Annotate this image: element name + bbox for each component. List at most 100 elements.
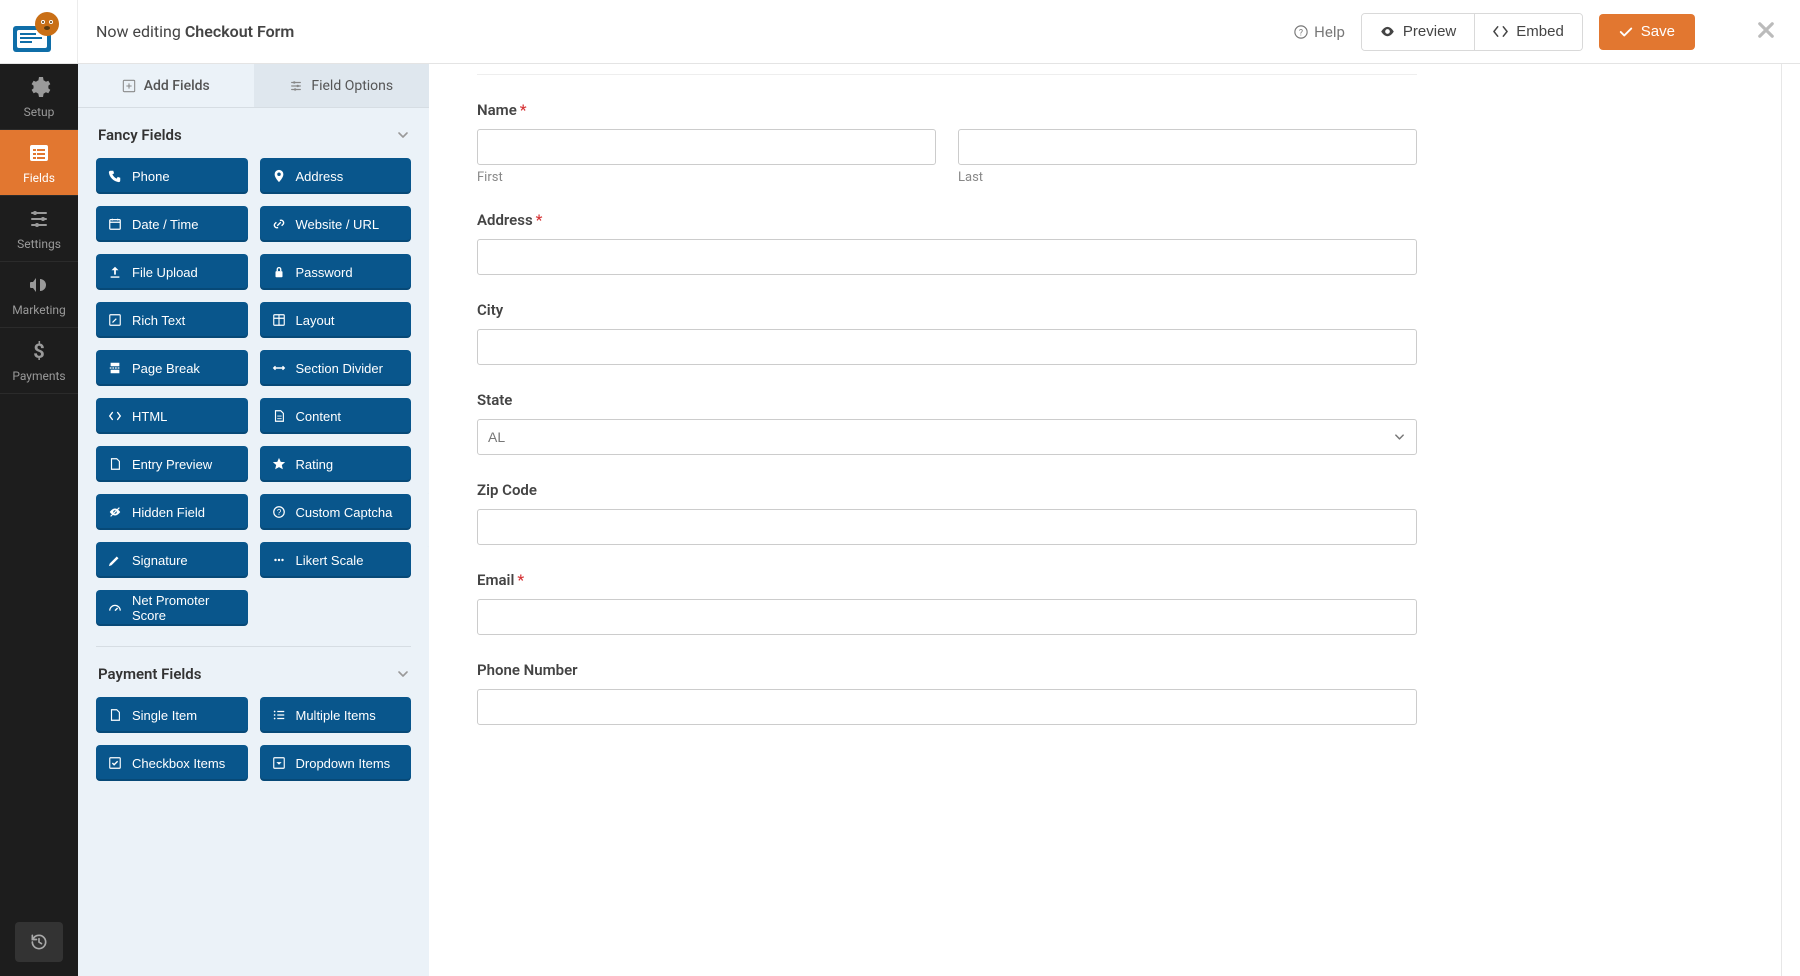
field-page-break[interactable]: Page Break — [96, 350, 248, 386]
state-label: State — [477, 391, 1417, 409]
field-password[interactable]: Password — [260, 254, 412, 290]
question-icon: ? — [272, 505, 286, 519]
field-rich-text[interactable]: Rich Text — [96, 302, 248, 338]
gear-icon — [27, 75, 51, 99]
dollar-icon: $ — [27, 339, 51, 363]
preview-button[interactable]: Preview — [1362, 14, 1474, 50]
star-icon — [272, 457, 286, 471]
file-icon — [108, 708, 122, 722]
section-title: Payment Fields — [98, 665, 201, 683]
last-name-sublabel: Last — [958, 170, 1417, 185]
field-net-promoter-score[interactable]: Net Promoter Score — [96, 590, 248, 626]
upload-icon — [108, 265, 122, 279]
map-marker-icon — [272, 169, 286, 183]
zip-label: Zip Code — [477, 481, 1417, 499]
field-file-upload[interactable]: File Upload — [96, 254, 248, 290]
field-custom-captcha[interactable]: ?Custom Captcha — [260, 494, 412, 530]
calendar-icon — [108, 217, 122, 231]
editing-title: Now editing Checkout Form — [96, 22, 294, 41]
name-label: Name* — [477, 101, 1417, 119]
wpforms-logo-icon — [13, 12, 65, 52]
field-hidden-field[interactable]: Hidden Field — [96, 494, 248, 530]
tab-add-fields[interactable]: Add Fields — [78, 64, 254, 107]
zip-input[interactable] — [477, 509, 1417, 545]
section-title: Fancy Fields — [98, 126, 182, 144]
link-icon — [272, 217, 286, 231]
chevron-down-icon — [397, 668, 409, 680]
address-label: Address* — [477, 211, 1417, 229]
pencil-square-icon — [108, 313, 122, 327]
rail-item-settings[interactable]: Settings — [0, 196, 78, 262]
field-checkbox-items[interactable]: Checkbox Items — [96, 745, 248, 781]
field-rating[interactable]: Rating — [260, 446, 412, 482]
list-icon — [27, 141, 51, 165]
field-multiple-items[interactable]: Multiple Items — [260, 697, 412, 733]
tab-field-options[interactable]: Field Options — [254, 64, 430, 107]
rail-item-fields[interactable]: Fields — [0, 130, 78, 196]
pencil-icon — [108, 553, 122, 567]
help-icon: ? — [1294, 25, 1308, 39]
form-field-name[interactable]: Name* First Last — [477, 101, 1417, 185]
embed-button[interactable]: Embed — [1474, 14, 1582, 50]
columns-icon — [272, 313, 286, 327]
help-link[interactable]: ? Help — [1294, 23, 1345, 41]
phone-input[interactable] — [477, 689, 1417, 725]
revisions-button[interactable] — [15, 922, 63, 962]
email-input[interactable] — [477, 599, 1417, 635]
field-layout[interactable]: Layout — [260, 302, 412, 338]
form-field-state[interactable]: State AL — [477, 391, 1417, 455]
email-label: Email* — [477, 571, 1417, 589]
form-field-zip-code[interactable]: Zip Code — [477, 481, 1417, 545]
rail-item-setup[interactable]: Setup — [0, 64, 78, 130]
city-label: City — [477, 301, 1417, 319]
bullhorn-icon — [27, 273, 51, 297]
section-header-payment-fields[interactable]: Payment Fields — [96, 647, 411, 697]
top-toolbar: Now editing Checkout Form ? Help Preview… — [0, 0, 1800, 64]
field-content[interactable]: Content — [260, 398, 412, 434]
rail-item-payments[interactable]: $ Payments — [0, 328, 78, 394]
plus-square-icon — [122, 79, 136, 93]
field-date-time[interactable]: Date / Time — [96, 206, 248, 242]
field-section-divider[interactable]: Section Divider — [260, 350, 412, 386]
close-icon — [1756, 20, 1776, 40]
phone-label: Phone Number — [477, 661, 1417, 679]
eye-slash-icon — [108, 505, 122, 519]
field-signature[interactable]: Signature — [96, 542, 248, 578]
section-header-fancy-fields[interactable]: Fancy Fields — [96, 108, 411, 158]
field-phone[interactable]: Phone — [96, 158, 248, 194]
eye-icon — [1380, 24, 1395, 39]
save-button[interactable]: Save — [1599, 14, 1695, 50]
last-name-input[interactable] — [958, 129, 1417, 165]
city-input[interactable] — [477, 329, 1417, 365]
file-icon — [108, 457, 122, 471]
arrows-h-icon — [272, 361, 286, 375]
tachometer-icon — [108, 601, 122, 615]
form-field-email[interactable]: Email* — [477, 571, 1417, 635]
field-html[interactable]: HTML — [96, 398, 248, 434]
rail-item-marketing[interactable]: Marketing — [0, 262, 78, 328]
field-single-item[interactable]: Single Item — [96, 697, 248, 733]
code-icon — [108, 409, 122, 423]
left-rail: Setup Fields Settings Marketing $ Paymen… — [0, 64, 78, 976]
field-website-url[interactable]: Website / URL — [260, 206, 412, 242]
file-text-icon — [272, 409, 286, 423]
field-entry-preview[interactable]: Entry Preview — [96, 446, 248, 482]
address-input[interactable] — [477, 239, 1417, 275]
form-field-address[interactable]: Address* — [477, 211, 1417, 275]
state-select[interactable]: AL — [477, 419, 1417, 455]
ellipsis-icon — [272, 553, 286, 567]
close-builder-button[interactable] — [1752, 13, 1780, 51]
fields-panel: Add Fields Field Options Fancy Fields Ph… — [78, 64, 429, 976]
first-name-input[interactable] — [477, 129, 936, 165]
caret-square-icon — [272, 756, 286, 770]
history-icon — [29, 932, 49, 952]
form-canvas: Name* First Last Address* — [429, 64, 1800, 976]
form-name-label: Checkout Form — [185, 22, 294, 41]
first-name-sublabel: First — [477, 170, 936, 185]
field-dropdown-items[interactable]: Dropdown Items — [260, 745, 412, 781]
field-likert-scale[interactable]: Likert Scale — [260, 542, 412, 578]
phone-icon — [108, 169, 122, 183]
field-address[interactable]: Address — [260, 158, 412, 194]
form-field-city[interactable]: City — [477, 301, 1417, 365]
form-field-phone[interactable]: Phone Number — [477, 661, 1417, 725]
